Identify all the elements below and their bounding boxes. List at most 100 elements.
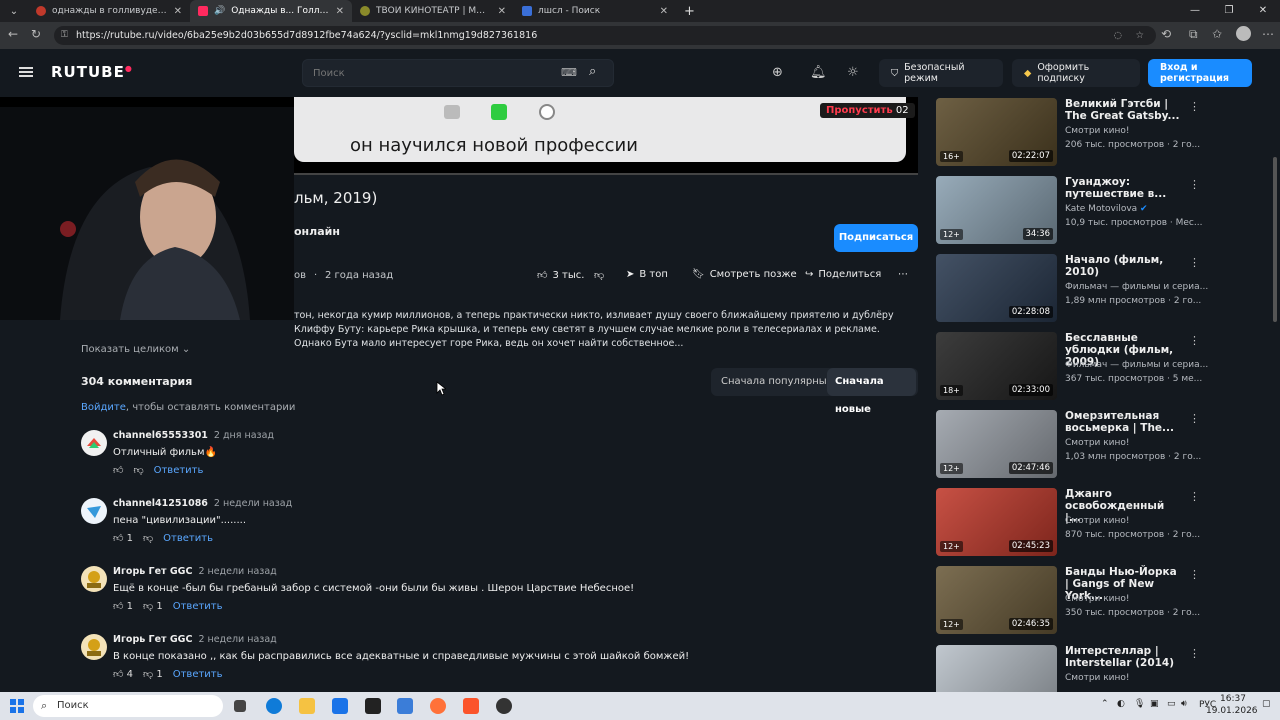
login-link[interactable]: Войдите: [81, 402, 126, 413]
recommended-video[interactable]: 18+ 02:33:00 Бесславные ублюдки (фильм, 20…: [936, 332, 1208, 400]
avatar[interactable]: [81, 498, 107, 524]
back-icon[interactable]: ←: [8, 27, 18, 41]
video-progress-bar[interactable]: [294, 173, 918, 175]
more-options-icon[interactable]: ⋮: [1189, 490, 1200, 503]
comment-author[interactable]: Игорь Гет GGC: [113, 634, 192, 645]
watch-later-button[interactable]: 🔖︎ Смотреть позже: [692, 269, 797, 280]
sort-popular-button[interactable]: Сначала популярные: [721, 368, 833, 396]
reply-button[interactable]: Ответить: [173, 601, 223, 612]
recommended-title[interactable]: Интерстеллар | Interstellar (2014): [1065, 645, 1183, 669]
channel-name[interactable]: онлайн: [294, 225, 340, 238]
video-thumbnail[interactable]: 12+ 02:47:46: [936, 410, 1057, 478]
like-button[interactable]: 👍︎ 3 тыс.: [537, 269, 584, 282]
comment-like-button[interactable]: 👍︎ 1: [113, 532, 133, 544]
comment-dislike-button[interactable]: 👎︎: [143, 532, 153, 544]
more-options-icon[interactable]: ⋮: [1189, 334, 1200, 347]
close-icon[interactable]: ✕: [498, 6, 506, 17]
reader-icon[interactable]: ◌: [1114, 26, 1122, 45]
comment-dislike-button[interactable]: 👎︎ 1: [143, 600, 163, 612]
video-thumbnail[interactable]: 16+ 02:22:07: [936, 98, 1057, 166]
show-more-button[interactable]: Показать целиком ⌄: [81, 344, 190, 355]
favorites-icon[interactable]: ✩: [1212, 27, 1222, 41]
new-tab-icon[interactable]: +: [684, 4, 695, 19]
browser-tab-1[interactable]: однажды в голливуде — Яндекс ✕: [28, 0, 190, 22]
recommended-video[interactable]: 16+ 02:22:07 Великий Гэтсби | The Great Ga…: [936, 98, 1206, 166]
brave-icon[interactable]: [463, 698, 479, 714]
browser-tab-4[interactable]: лшсл - Поиск ✕: [514, 0, 676, 22]
subscription-button[interactable]: ◆ Оформить подписку: [1012, 59, 1140, 87]
video-thumbnail[interactable]: 12+ 34:36: [936, 176, 1057, 244]
clock-date[interactable]: 19.01.2026: [1206, 706, 1258, 716]
recommended-channel[interactable]: Смотри кино!: [1065, 438, 1130, 448]
recommended-video[interactable]: 12+ 02:46:35 Банды Нью-Йорка | Gangs of Ne…: [936, 566, 1206, 634]
video-thumbnail[interactable]: 02:28:08: [936, 254, 1057, 322]
hamburger-menu-icon[interactable]: [19, 67, 33, 77]
close-icon[interactable]: ✕: [660, 6, 668, 17]
tray-app-icon-2[interactable]: ▣: [1150, 699, 1159, 709]
volume-icon[interactable]: 🔊︎: [1181, 699, 1187, 709]
search-input[interactable]: [303, 60, 543, 86]
search-icon[interactable]: ⌕: [589, 64, 596, 79]
outlook-icon[interactable]: [397, 698, 413, 714]
comment-author[interactable]: channel65553301: [113, 430, 208, 441]
subscribe-button[interactable]: Подписаться: [834, 224, 918, 252]
reply-button[interactable]: Ответить: [154, 465, 204, 476]
dislike-button[interactable]: 👎︎: [594, 269, 604, 281]
keyboard-icon[interactable]: ⌨: [561, 66, 577, 79]
recommended-title[interactable]: Великий Гэтсби | The Great Gatsby...: [1065, 98, 1183, 122]
recommended-channel[interactable]: Фильмач — фильмы и сериа...: [1065, 360, 1208, 370]
more-options-icon[interactable]: ⋮: [1189, 256, 1200, 269]
avatar[interactable]: [81, 634, 107, 660]
avatar[interactable]: [81, 566, 107, 592]
extensions-icon[interactable]: ⟲: [1161, 27, 1171, 41]
tab-actions-icon[interactable]: ⌄: [0, 6, 28, 17]
video-thumbnail[interactable]: 18+ 02:33:00: [936, 332, 1057, 400]
windows-start-icon[interactable]: [10, 698, 24, 713]
site-info-icon[interactable]: ⚿: [61, 26, 68, 45]
more-options-icon[interactable]: ⋮: [1189, 568, 1200, 581]
top-button[interactable]: ➤ В топ: [626, 269, 668, 280]
comment-dislike-button[interactable]: 👎︎ 1: [143, 668, 163, 680]
recommended-video[interactable]: 12+ 02:47:46 Омерзительная восьмерка | The…: [936, 410, 1206, 478]
video-thumbnail[interactable]: 12+ 02:46:35: [936, 566, 1057, 634]
comment-like-button[interactable]: 👍︎: [113, 464, 123, 476]
safe-mode-button[interactable]: ⛉ Безопасный режим: [879, 59, 1003, 87]
theme-sun-icon[interactable]: ☼: [847, 65, 859, 80]
terminal-icon[interactable]: [365, 698, 381, 714]
more-options-icon[interactable]: ⋮: [1189, 178, 1200, 191]
close-window-icon[interactable]: ✕: [1246, 0, 1280, 22]
menu-dots-icon[interactable]: ⋯: [1262, 27, 1274, 41]
more-options-icon[interactable]: ⋮: [1189, 412, 1200, 425]
bell-icon[interactable]: 🔔︎: [810, 65, 827, 80]
recommended-title[interactable]: Гуанджоу: путешествие в...: [1065, 176, 1183, 200]
obs-icon[interactable]: [496, 698, 512, 714]
reload-icon[interactable]: ↻: [31, 27, 41, 41]
recommended-video[interactable]: 02:28:08 Начало (фильм, 2010) Фильмач — фи…: [936, 254, 1208, 322]
avatar[interactable]: [81, 430, 107, 456]
reply-button[interactable]: Ответить: [163, 533, 213, 544]
sort-new-button[interactable]: Сначала новые: [827, 368, 916, 415]
recommended-channel[interactable]: Смотри кино!: [1065, 516, 1130, 526]
upload-icon[interactable]: ⊕: [772, 65, 783, 80]
favorite-star-icon[interactable]: ☆: [1135, 26, 1144, 45]
profile-avatar-icon[interactable]: [1236, 26, 1251, 41]
login-button[interactable]: Вход и регистрация: [1148, 59, 1252, 87]
recommended-channel[interactable]: Смотри кино!: [1065, 673, 1130, 683]
network-icon[interactable]: ▭: [1167, 699, 1176, 709]
comment-author[interactable]: channel41251086: [113, 498, 208, 509]
clock-time[interactable]: 16:37: [1214, 694, 1252, 704]
scrollbar-thumb[interactable]: [1273, 157, 1277, 322]
firefox-icon[interactable]: [430, 698, 446, 714]
browser-tab-3[interactable]: ТВОЙ КИНОТЕАТР | MOVIE TIME ✕: [352, 0, 514, 22]
close-icon[interactable]: ✕: [174, 6, 182, 17]
address-bar[interactable]: ⚿ https://rutube.ru/video/6ba25e9b2d03b6…: [54, 26, 1156, 45]
maximize-icon[interactable]: ❐: [1212, 0, 1246, 22]
split-screen-icon[interactable]: ⧉: [1189, 27, 1198, 42]
speaker-icon[interactable]: 🔊: [214, 6, 225, 16]
more-actions-icon[interactable]: ⋯: [898, 269, 908, 280]
taskbar-search[interactable]: ⌕ Поиск: [33, 695, 223, 717]
file-explorer-icon[interactable]: [299, 698, 315, 714]
recommended-channel[interactable]: Смотри кино!: [1065, 126, 1130, 136]
more-options-icon[interactable]: ⋮: [1189, 100, 1200, 113]
recommended-channel[interactable]: Фильмач — фильмы и сериа...: [1065, 282, 1208, 292]
